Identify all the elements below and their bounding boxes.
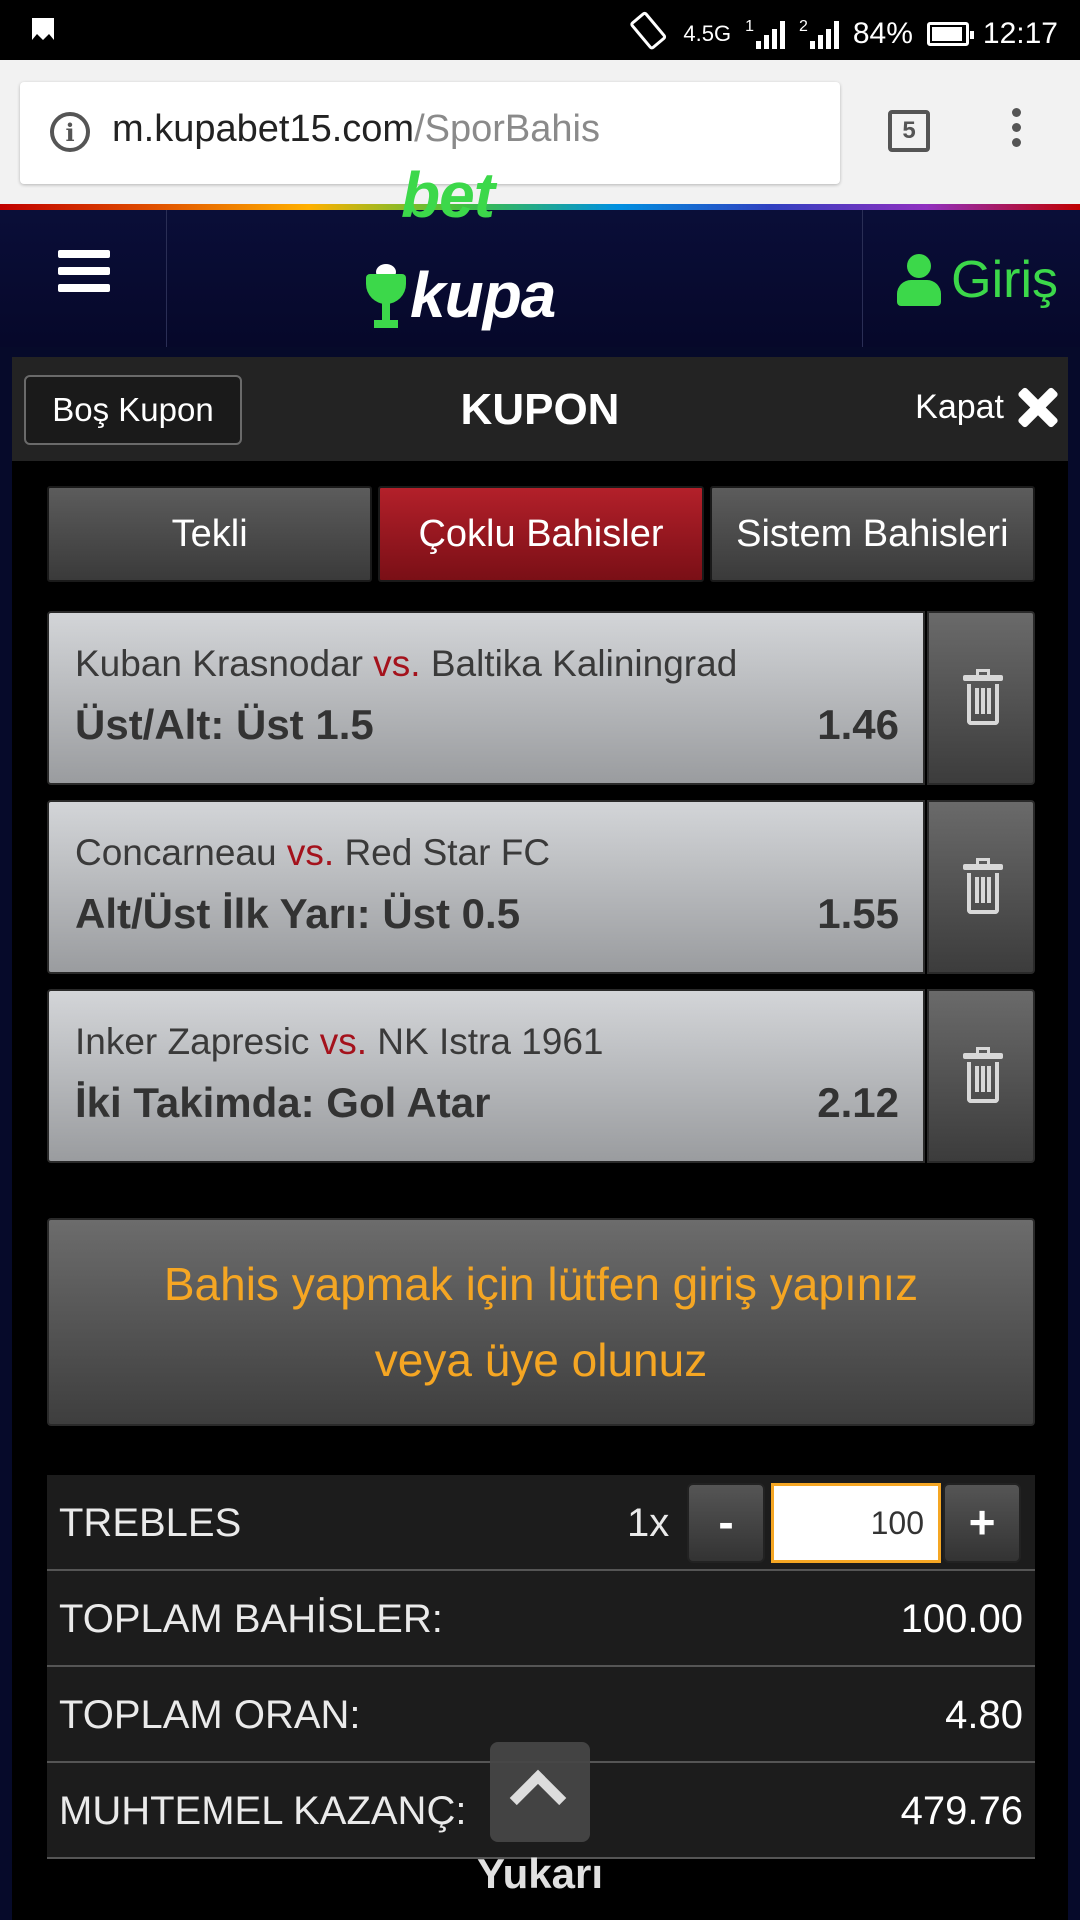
- signal-icon-sim1: [755, 19, 785, 49]
- multiplier-label: 1x: [627, 1501, 670, 1545]
- total-odds-label: TOPLAM ORAN:: [59, 1693, 361, 1737]
- tab-single[interactable]: Tekli: [47, 486, 373, 582]
- sim2-label: 2: [798, 18, 808, 35]
- network-type: 4.5G: [683, 21, 732, 46]
- bet-type-tabs: Tekli Çoklu Bahisler Sistem Bahisleri: [47, 486, 1035, 582]
- bet-item: Concarneau vs. Red Star FC Alt/Üst İlk Y…: [47, 800, 1035, 974]
- stake-stepper: - +: [687, 1483, 1021, 1563]
- tab-system[interactable]: Sistem Bahisleri: [709, 486, 1035, 582]
- vs-label: vs.: [286, 832, 335, 873]
- away-team: NK Istra 1961: [377, 1021, 604, 1062]
- clock: 12:17: [982, 17, 1058, 50]
- close-icon: [1016, 385, 1060, 429]
- decrease-stake-button[interactable]: -: [687, 1483, 765, 1563]
- scroll-to-top-button[interactable]: Yukarı: [470, 1742, 610, 1898]
- home-team: Inker Zapresic: [75, 1021, 310, 1062]
- bet-teams: Concarneau vs. Red Star FC: [75, 832, 550, 874]
- user-icon: [897, 254, 942, 306]
- hamburger-menu-icon[interactable]: [58, 250, 110, 301]
- trebles-label: TREBLES: [59, 1501, 242, 1545]
- bet-teams: Inker Zapresic vs. NK Istra 1961: [75, 1021, 604, 1063]
- login-button[interactable]: Giriş: [897, 250, 1058, 310]
- header-divider: [862, 210, 863, 347]
- trophy-icon: [366, 264, 406, 332]
- notification-icon: [30, 14, 56, 50]
- total-odds-value: 4.80: [945, 1693, 1023, 1737]
- bet-details: Concarneau vs. Red Star FC Alt/Üst İlk Y…: [47, 800, 925, 974]
- battery-icon: [926, 22, 974, 46]
- trash-icon: [963, 1047, 1003, 1103]
- bet-odd: 2.12: [817, 1079, 899, 1126]
- overflow-menu-icon[interactable]: [1012, 108, 1022, 153]
- potential-win-label: MUHTEMEL KAZANÇ:: [59, 1789, 467, 1833]
- total-bets-label: TOPLAM BAHİSLER:: [59, 1597, 443, 1641]
- url-host: m.kupabet15.com: [112, 108, 415, 150]
- bet-teams: Kuban Krasnodar vs. Baltika Kaliningrad: [75, 643, 737, 685]
- login-label: Giriş: [951, 251, 1058, 309]
- bet-item: Inker Zapresic vs. NK Istra 1961 İki Tak…: [47, 989, 1035, 1163]
- rotate-icon: [629, 10, 669, 58]
- login-message-line1: Bahis yapmak için lütfen giriş yapınız: [163, 1258, 919, 1310]
- info-icon[interactable]: i: [50, 112, 90, 152]
- stake-input[interactable]: [771, 1483, 941, 1563]
- delete-bet-button[interactable]: [927, 611, 1035, 785]
- signal-icon-sim2: [809, 19, 839, 49]
- close-label: Kapat: [915, 387, 1004, 426]
- away-team: Baltika Kaliningrad: [430, 643, 738, 684]
- coupon-panel: Boş Kupon KUPON Kapat Tekli Çoklu Bahisl…: [12, 357, 1068, 1920]
- login-message-line2: veya üye olunuz: [374, 1334, 708, 1386]
- total-bets-value: 100.00: [900, 1597, 1023, 1641]
- potential-win-value: 479.76: [900, 1789, 1023, 1833]
- close-coupon-button[interactable]: Kapat: [915, 385, 1060, 429]
- bet-market: Alt/Üst İlk Yarı: Üst 0.5: [75, 890, 521, 937]
- coupon-title: KUPON: [460, 385, 620, 434]
- scroll-to-top-label: Yukarı: [476, 1850, 604, 1897]
- trash-icon: [963, 858, 1003, 914]
- bet-item: Kuban Krasnodar vs. Baltika Kaliningrad …: [47, 611, 1035, 785]
- home-team: Kuban Krasnodar: [75, 643, 363, 684]
- login-required-message[interactable]: Bahis yapmak için lütfen giriş yapınız v…: [47, 1218, 1035, 1426]
- total-bets-row: TOPLAM BAHİSLER: 100.00: [47, 1571, 1035, 1667]
- battery-percent: 84%: [852, 17, 913, 50]
- site-logo[interactable]: kupa bet: [366, 159, 556, 332]
- trash-icon: [963, 669, 1003, 725]
- bet-market: Üst/Alt: Üst 1.5: [75, 701, 374, 748]
- chevron-up-icon: [490, 1742, 590, 1842]
- header-divider: [166, 210, 167, 347]
- vs-label: vs.: [319, 1021, 367, 1062]
- url-path: /SporBahis: [414, 108, 600, 150]
- bet-market: İki Takimda: Gol Atar: [75, 1079, 491, 1126]
- site-header: kupa bet Giriş: [0, 159, 1080, 347]
- home-team: Concarneau: [75, 832, 277, 873]
- vs-label: vs.: [373, 643, 421, 684]
- bet-details: Kuban Krasnodar vs. Baltika Kaliningrad …: [47, 611, 925, 785]
- increase-stake-button[interactable]: +: [943, 1483, 1021, 1563]
- coupon-header: Boş Kupon KUPON Kapat: [12, 357, 1068, 461]
- delete-bet-button[interactable]: [927, 800, 1035, 974]
- away-team: Red Star FC: [344, 832, 551, 873]
- trebles-row: TREBLES 1x - +: [47, 1475, 1035, 1571]
- bet-details: Inker Zapresic vs. NK Istra 1961 İki Tak…: [47, 989, 925, 1163]
- tab-switcher-button[interactable]: 5: [888, 110, 930, 152]
- bet-odd: 1.55: [817, 890, 899, 937]
- tab-multiple[interactable]: Çoklu Bahisler: [378, 486, 704, 582]
- bet-odd: 1.46: [817, 701, 899, 748]
- url-text[interactable]: m.kupabet15.com/SporBahis: [112, 108, 600, 151]
- status-bar: 4.5G 1 2 84% 12:17: [0, 0, 1080, 60]
- coupon-body: Tekli Çoklu Bahisler Sistem Bahisleri Ku…: [12, 461, 1068, 1920]
- delete-bet-button[interactable]: [927, 989, 1035, 1163]
- sim1-label: 1: [745, 18, 754, 35]
